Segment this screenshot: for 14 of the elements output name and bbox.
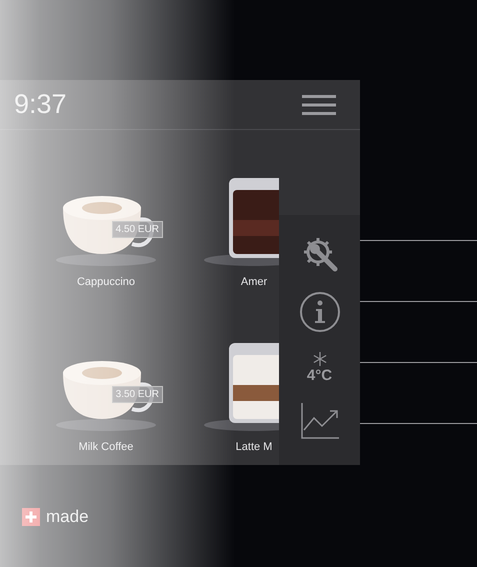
brand-text: made: [46, 507, 89, 527]
chart-icon[interactable]: [300, 402, 340, 440]
clock-time: 9:37: [14, 89, 67, 120]
drink-name: Milk Coffee: [78, 441, 134, 453]
flag-icon: [22, 508, 40, 526]
drink-name: Latte M: [236, 441, 272, 453]
info-icon[interactable]: [298, 291, 340, 333]
price-tag: 3.50 EUR: [112, 386, 163, 403]
temperature-reading: 4°C: [306, 367, 332, 384]
drink-name: Cappuccino: [76, 276, 136, 288]
snowflake-icon: [312, 351, 328, 367]
drink-name: Amer: [240, 276, 268, 288]
price-tag: 4.50 EUR: [112, 221, 163, 238]
menu-icon[interactable]: [302, 94, 336, 116]
